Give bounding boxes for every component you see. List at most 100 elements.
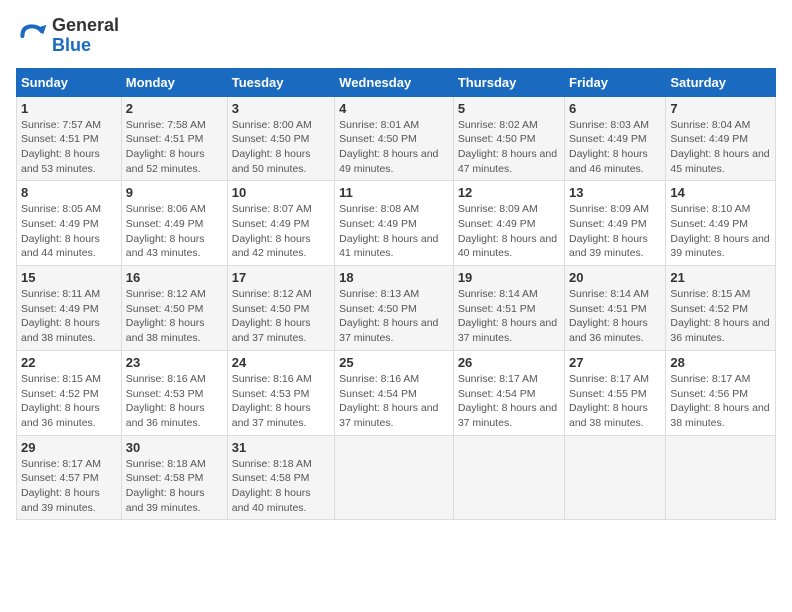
day-info: Sunrise: 8:01 AMSunset: 4:50 PMDaylight:… — [339, 118, 449, 177]
calendar-week-row: 29 Sunrise: 8:17 AMSunset: 4:57 PMDayligh… — [17, 435, 776, 520]
calendar-day-cell: 28 Sunrise: 8:17 AMSunset: 4:56 PMDayligh… — [666, 350, 776, 435]
day-number: 1 — [21, 101, 117, 116]
day-number: 27 — [569, 355, 661, 370]
calendar-day-cell: 22 Sunrise: 8:15 AMSunset: 4:52 PMDayligh… — [17, 350, 122, 435]
day-info: Sunrise: 8:04 AMSunset: 4:49 PMDaylight:… — [670, 118, 771, 177]
calendar-day-cell: 29 Sunrise: 8:17 AMSunset: 4:57 PMDayligh… — [17, 435, 122, 520]
day-number: 4 — [339, 101, 449, 116]
day-number: 5 — [458, 101, 560, 116]
logo-text: General Blue — [52, 16, 119, 56]
day-number: 7 — [670, 101, 771, 116]
day-info: Sunrise: 8:17 AMSunset: 4:55 PMDaylight:… — [569, 372, 661, 431]
day-of-week-header: Sunday — [17, 68, 122, 96]
calendar-day-cell: 20 Sunrise: 8:14 AMSunset: 4:51 PMDayligh… — [565, 266, 666, 351]
day-number: 22 — [21, 355, 117, 370]
calendar-day-cell: 19 Sunrise: 8:14 AMSunset: 4:51 PMDayligh… — [453, 266, 564, 351]
day-info: Sunrise: 8:07 AMSunset: 4:49 PMDaylight:… — [232, 202, 330, 261]
day-of-week-header: Wednesday — [335, 68, 454, 96]
day-info: Sunrise: 8:14 AMSunset: 4:51 PMDaylight:… — [569, 287, 661, 346]
logo-icon — [16, 20, 48, 52]
day-info: Sunrise: 8:16 AMSunset: 4:53 PMDaylight:… — [232, 372, 330, 431]
day-number: 30 — [126, 440, 223, 455]
day-number: 13 — [569, 185, 661, 200]
day-info: Sunrise: 8:16 AMSunset: 4:54 PMDaylight:… — [339, 372, 449, 431]
day-number: 16 — [126, 270, 223, 285]
calendar-day-cell: 27 Sunrise: 8:17 AMSunset: 4:55 PMDayligh… — [565, 350, 666, 435]
day-number: 24 — [232, 355, 330, 370]
calendar-day-cell: 12 Sunrise: 8:09 AMSunset: 4:49 PMDayligh… — [453, 181, 564, 266]
day-info: Sunrise: 8:06 AMSunset: 4:49 PMDaylight:… — [126, 202, 223, 261]
calendar-day-cell: 13 Sunrise: 8:09 AMSunset: 4:49 PMDayligh… — [565, 181, 666, 266]
day-number: 18 — [339, 270, 449, 285]
day-info: Sunrise: 8:15 AMSunset: 4:52 PMDaylight:… — [670, 287, 771, 346]
day-number: 9 — [126, 185, 223, 200]
calendar-day-cell: 24 Sunrise: 8:16 AMSunset: 4:53 PMDayligh… — [227, 350, 334, 435]
calendar-week-row: 1 Sunrise: 7:57 AMSunset: 4:51 PMDaylight… — [17, 96, 776, 181]
day-info: Sunrise: 8:14 AMSunset: 4:51 PMDaylight:… — [458, 287, 560, 346]
calendar-day-cell — [453, 435, 564, 520]
calendar-week-row: 8 Sunrise: 8:05 AMSunset: 4:49 PMDaylight… — [17, 181, 776, 266]
calendar-day-cell — [565, 435, 666, 520]
day-number: 10 — [232, 185, 330, 200]
calendar-day-cell: 30Sunrise: 8:18 AMSunset: 4:58 PMDayligh… — [121, 435, 227, 520]
day-number: 19 — [458, 270, 560, 285]
day-of-week-header: Tuesday — [227, 68, 334, 96]
day-number: 29 — [21, 440, 117, 455]
day-number: 20 — [569, 270, 661, 285]
day-number: 26 — [458, 355, 560, 370]
day-info: Sunrise: 8:08 AMSunset: 4:49 PMDaylight:… — [339, 202, 449, 261]
day-info: Sunrise: 8:02 AMSunset: 4:50 PMDaylight:… — [458, 118, 560, 177]
day-number: 2 — [126, 101, 223, 116]
calendar-day-cell: 14 Sunrise: 8:10 AMSunset: 4:49 PMDayligh… — [666, 181, 776, 266]
day-info: Sunrise: 7:57 AMSunset: 4:51 PMDaylight:… — [21, 118, 117, 177]
calendar-day-cell: 26 Sunrise: 8:17 AMSunset: 4:54 PMDayligh… — [453, 350, 564, 435]
day-number: 6 — [569, 101, 661, 116]
calendar-day-cell: 5 Sunrise: 8:02 AMSunset: 4:50 PMDaylight… — [453, 96, 564, 181]
calendar-day-cell: 15 Sunrise: 8:11 AMSunset: 4:49 PMDayligh… — [17, 266, 122, 351]
calendar-day-cell: 31Sunrise: 8:18 AMSunset: 4:58 PMDayligh… — [227, 435, 334, 520]
day-of-week-header: Thursday — [453, 68, 564, 96]
logo: General Blue — [16, 16, 119, 56]
calendar-day-cell: 8 Sunrise: 8:05 AMSunset: 4:49 PMDaylight… — [17, 181, 122, 266]
day-number: 31 — [232, 440, 330, 455]
day-info: Sunrise: 8:11 AMSunset: 4:49 PMDaylight:… — [21, 287, 117, 346]
calendar-day-cell: 6 Sunrise: 8:03 AMSunset: 4:49 PMDaylight… — [565, 96, 666, 181]
day-of-week-header: Monday — [121, 68, 227, 96]
day-info: Sunrise: 8:15 AMSunset: 4:52 PMDaylight:… — [21, 372, 117, 431]
calendar-day-cell: 4 Sunrise: 8:01 AMSunset: 4:50 PMDaylight… — [335, 96, 454, 181]
day-number: 23 — [126, 355, 223, 370]
calendar-day-cell: 1 Sunrise: 7:57 AMSunset: 4:51 PMDaylight… — [17, 96, 122, 181]
calendar-day-cell: 16 Sunrise: 8:12 AMSunset: 4:50 PMDayligh… — [121, 266, 227, 351]
calendar-day-cell: 9 Sunrise: 8:06 AMSunset: 4:49 PMDaylight… — [121, 181, 227, 266]
calendar-week-row: 22 Sunrise: 8:15 AMSunset: 4:52 PMDayligh… — [17, 350, 776, 435]
calendar-day-cell: 23Sunrise: 8:16 AMSunset: 4:53 PMDayligh… — [121, 350, 227, 435]
day-number: 15 — [21, 270, 117, 285]
day-info: Sunrise: 8:05 AMSunset: 4:49 PMDaylight:… — [21, 202, 117, 261]
day-number: 14 — [670, 185, 771, 200]
day-number: 28 — [670, 355, 771, 370]
day-info: Sunrise: 8:17 AMSunset: 4:54 PMDaylight:… — [458, 372, 560, 431]
calendar-week-row: 15 Sunrise: 8:11 AMSunset: 4:49 PMDayligh… — [17, 266, 776, 351]
calendar-day-cell: 25Sunrise: 8:16 AMSunset: 4:54 PMDayligh… — [335, 350, 454, 435]
calendar-day-cell: 18 Sunrise: 8:13 AMSunset: 4:50 PMDayligh… — [335, 266, 454, 351]
calendar-table: SundayMondayTuesdayWednesdayThursdayFrid… — [16, 68, 776, 521]
day-info: Sunrise: 8:12 AMSunset: 4:50 PMDaylight:… — [126, 287, 223, 346]
day-info: Sunrise: 8:17 AMSunset: 4:57 PMDaylight:… — [21, 457, 117, 516]
day-info: Sunrise: 8:09 AMSunset: 4:49 PMDaylight:… — [569, 202, 661, 261]
day-number: 8 — [21, 185, 117, 200]
calendar-header-row: SundayMondayTuesdayWednesdayThursdayFrid… — [17, 68, 776, 96]
calendar-day-cell: 3Sunrise: 8:00 AMSunset: 4:50 PMDaylight… — [227, 96, 334, 181]
calendar-day-cell — [666, 435, 776, 520]
day-info: Sunrise: 8:09 AMSunset: 4:49 PMDaylight:… — [458, 202, 560, 261]
day-number: 12 — [458, 185, 560, 200]
calendar-day-cell: 21 Sunrise: 8:15 AMSunset: 4:52 PMDayligh… — [666, 266, 776, 351]
page-header: General Blue — [16, 16, 776, 56]
day-number: 21 — [670, 270, 771, 285]
day-info: Sunrise: 8:13 AMSunset: 4:50 PMDaylight:… — [339, 287, 449, 346]
day-info: Sunrise: 8:17 AMSunset: 4:56 PMDaylight:… — [670, 372, 771, 431]
calendar-day-cell: 11 Sunrise: 8:08 AMSunset: 4:49 PMDayligh… — [335, 181, 454, 266]
day-number: 11 — [339, 185, 449, 200]
day-info: Sunrise: 8:03 AMSunset: 4:49 PMDaylight:… — [569, 118, 661, 177]
calendar-day-cell — [335, 435, 454, 520]
day-info: Sunrise: 8:10 AMSunset: 4:49 PMDaylight:… — [670, 202, 771, 261]
